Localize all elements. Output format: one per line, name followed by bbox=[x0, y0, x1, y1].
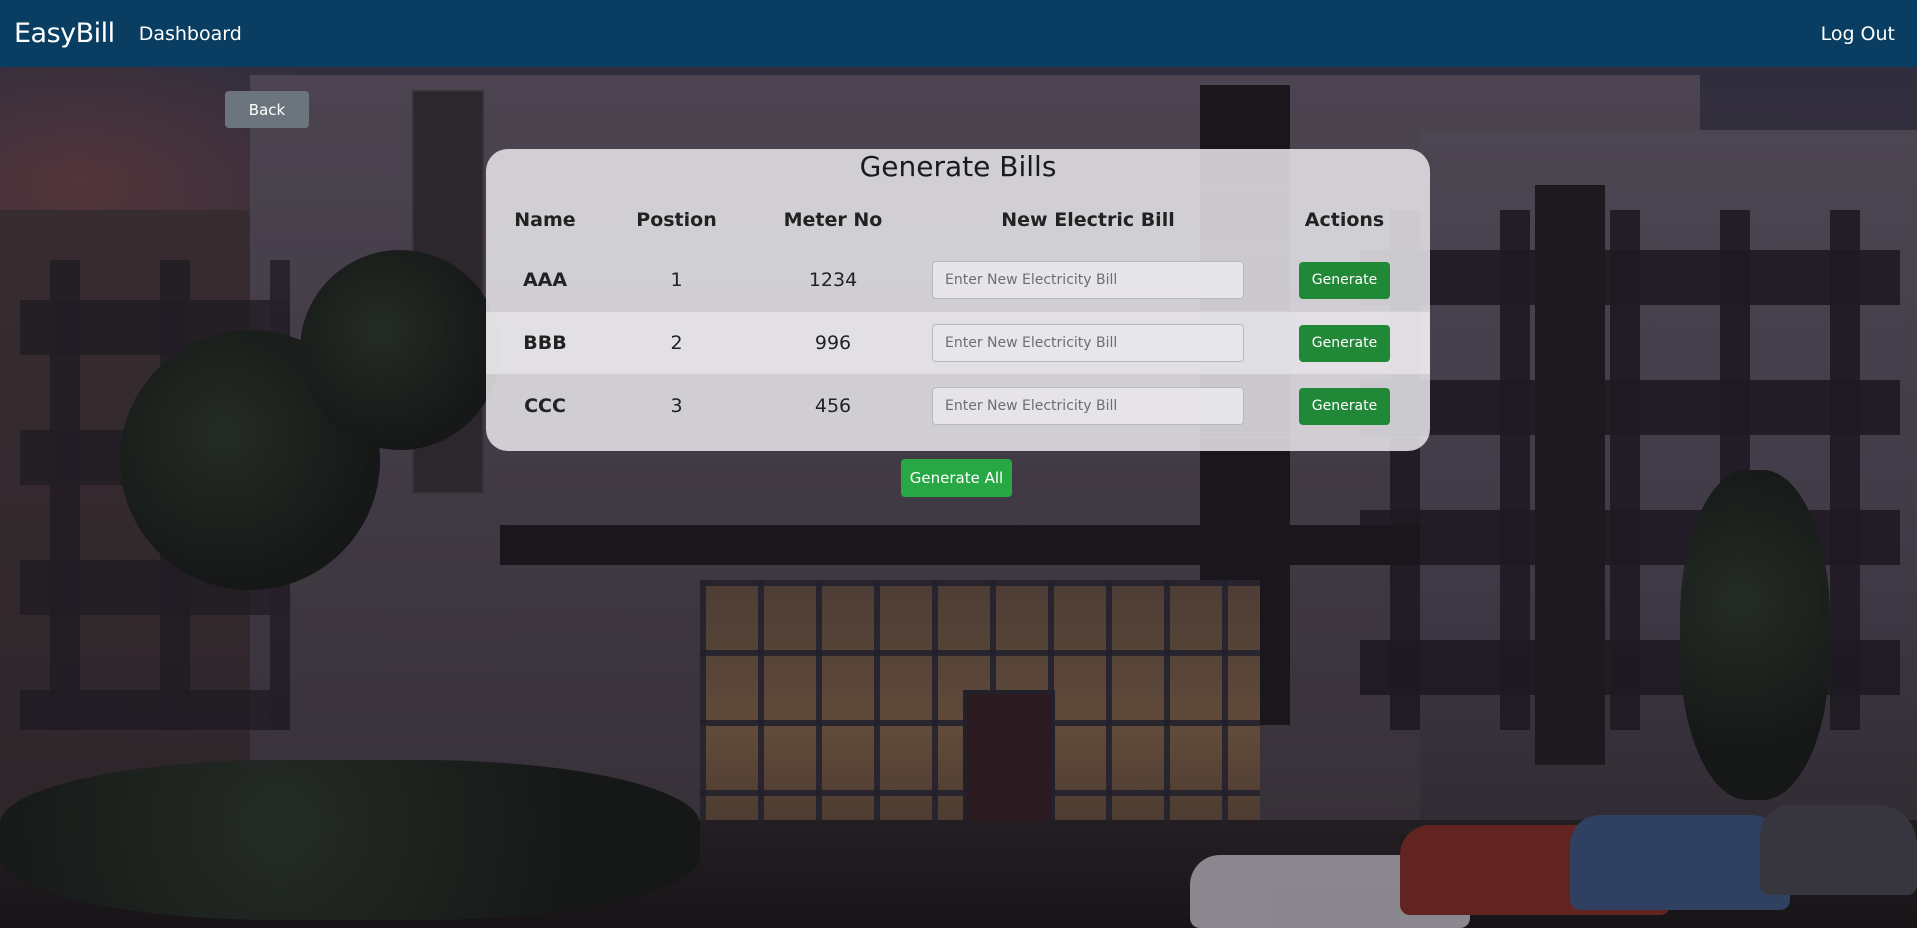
cell-meter-no: 1234 bbox=[749, 248, 917, 312]
cell-position: 3 bbox=[604, 374, 749, 438]
logout-link[interactable]: Log Out bbox=[1821, 23, 1895, 45]
cell-name: AAA bbox=[486, 248, 604, 312]
bills-table: Name Postion Meter No New Electric Bill … bbox=[486, 191, 1430, 438]
nav-dashboard-link[interactable]: Dashboard bbox=[139, 23, 242, 45]
column-header-position: Postion bbox=[604, 191, 749, 249]
new-bill-input[interactable] bbox=[932, 261, 1244, 299]
cell-position: 2 bbox=[604, 311, 749, 375]
new-bill-input[interactable] bbox=[932, 387, 1244, 425]
brand-logo[interactable]: EasyBill bbox=[14, 18, 115, 49]
generate-bills-card: Generate Bills Name Postion Meter No New… bbox=[486, 149, 1430, 451]
cell-actions: Generate bbox=[1259, 311, 1430, 375]
column-header-name: Name bbox=[486, 191, 604, 249]
new-bill-input[interactable] bbox=[932, 324, 1244, 362]
table-row: CCC 3 456 Generate bbox=[486, 374, 1430, 438]
cell-name: CCC bbox=[486, 374, 604, 438]
table-row: BBB 2 996 Generate bbox=[486, 311, 1430, 375]
table-row: AAA 1 1234 Generate bbox=[486, 248, 1430, 312]
column-header-meter-no: Meter No bbox=[749, 191, 917, 249]
column-header-actions: Actions bbox=[1259, 191, 1430, 249]
cell-bill-input bbox=[917, 374, 1259, 438]
cell-meter-no: 996 bbox=[749, 311, 917, 375]
generate-button[interactable]: Generate bbox=[1299, 261, 1390, 299]
generate-button[interactable]: Generate bbox=[1299, 387, 1390, 425]
table-header-row: Name Postion Meter No New Electric Bill … bbox=[486, 191, 1430, 249]
generate-button[interactable]: Generate bbox=[1299, 324, 1390, 362]
generate-all-button[interactable]: Generate All bbox=[901, 459, 1012, 497]
navbar: EasyBill Dashboard Log Out bbox=[0, 0, 1917, 67]
page-title: Generate Bills bbox=[859, 150, 1057, 183]
cell-meter-no: 456 bbox=[749, 374, 917, 438]
cell-name: BBB bbox=[486, 311, 604, 375]
back-button[interactable]: Back bbox=[225, 91, 309, 128]
column-header-new-electric-bill: New Electric Bill bbox=[917, 191, 1259, 249]
cell-actions: Generate bbox=[1259, 374, 1430, 438]
cell-actions: Generate bbox=[1259, 248, 1430, 312]
cell-bill-input bbox=[917, 248, 1259, 312]
cell-bill-input bbox=[917, 311, 1259, 375]
cell-position: 1 bbox=[604, 248, 749, 312]
